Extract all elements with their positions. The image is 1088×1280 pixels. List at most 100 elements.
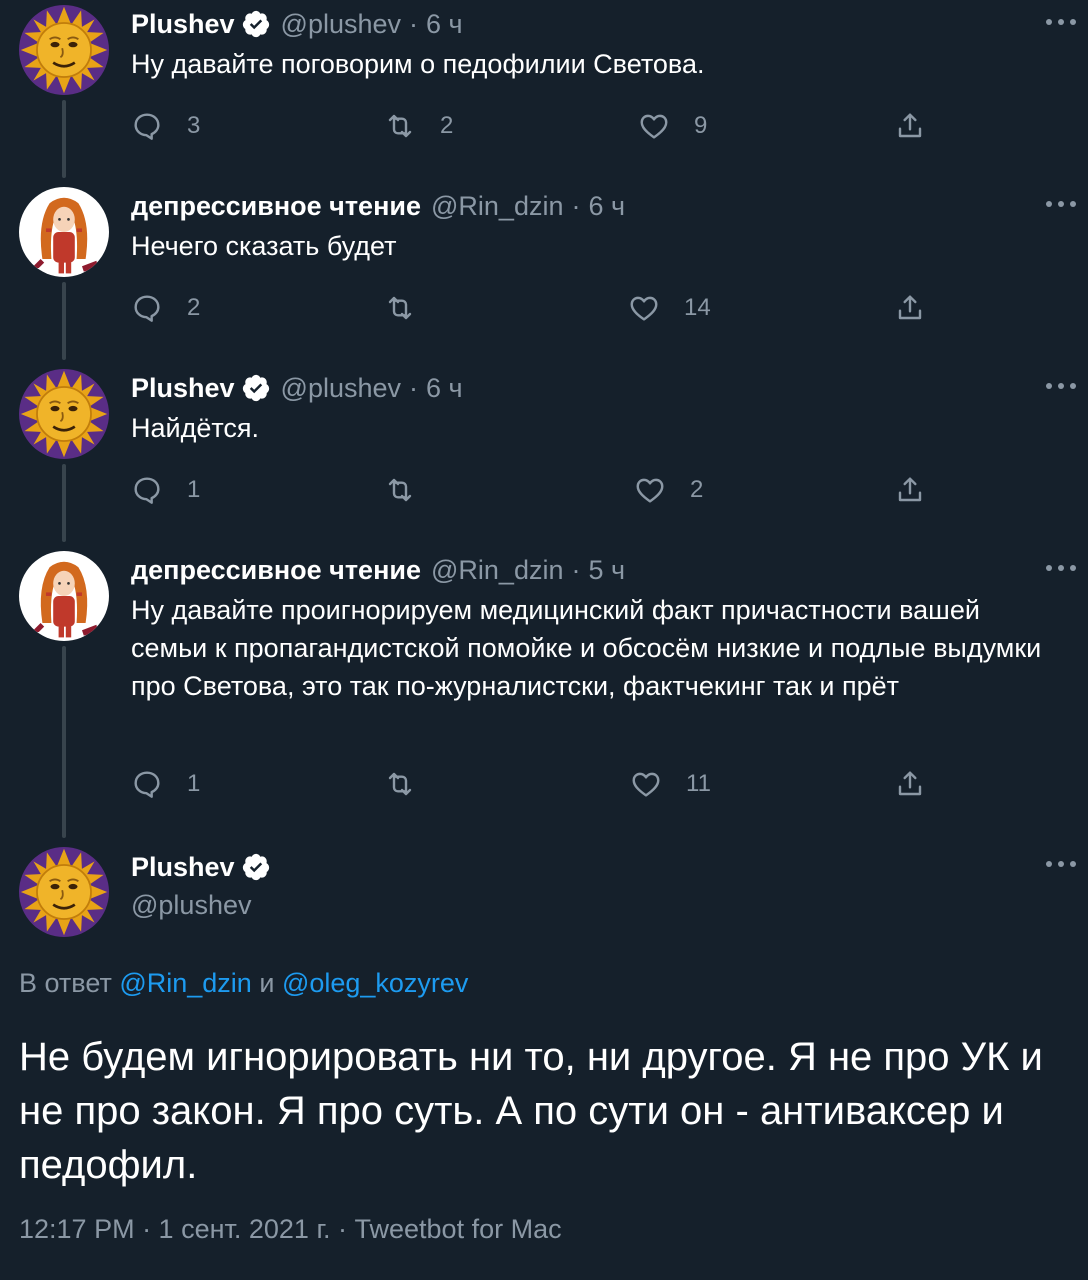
mention-link[interactable]: @Rin_dzin <box>119 968 251 998</box>
separator-dot: · <box>409 372 419 403</box>
anime-avatar-icon <box>19 187 109 277</box>
reply-count: 2 <box>187 294 201 321</box>
verified-icon <box>241 852 271 882</box>
author-name[interactable]: депрессивное чтение <box>131 555 421 586</box>
more-icon[interactable] <box>1046 192 1076 216</box>
thread-tweet[interactable]: депрессивное чтение @Rin_dzin · 5 ч Ну д… <box>0 546 1088 842</box>
share-icon <box>894 474 926 506</box>
tweet-text: Нечего сказать будет <box>131 231 397 261</box>
author-handle[interactable]: @plushev <box>281 373 401 404</box>
retweet-icon <box>384 292 416 324</box>
tweet-actions: 3 2 9 <box>0 106 1088 146</box>
reply-icon <box>131 292 163 324</box>
author-name[interactable]: Plushev <box>131 852 235 883</box>
timestamp[interactable]: 6 ч <box>426 373 463 404</box>
like-icon <box>634 474 666 506</box>
share-icon <box>894 110 926 142</box>
anime-avatar-icon <box>19 551 109 641</box>
tweet-actions: 1 11 <box>0 764 1088 804</box>
thread-tweet[interactable]: Plushev @plushev · 6 ч Ну давайте погово… <box>0 0 1088 182</box>
like-icon <box>628 292 660 324</box>
reply-count: 3 <box>187 112 201 139</box>
like-button[interactable]: 9 <box>638 106 707 146</box>
like-count: 14 <box>684 294 711 321</box>
like-count: 9 <box>694 112 708 139</box>
reply-icon <box>131 110 163 142</box>
verified-icon <box>241 9 271 39</box>
separator-dot: · <box>409 8 419 39</box>
tweet-header: депрессивное чтение @Rin_dzin · 5 ч <box>131 554 625 586</box>
reply-button[interactable]: 2 <box>131 288 200 328</box>
tweet-header: депрессивное чтение @Rin_dzin · 6 ч <box>131 190 625 222</box>
reply-button[interactable]: 1 <box>131 470 200 510</box>
author-name[interactable]: депрессивное чтение <box>131 191 421 222</box>
retweet-icon <box>384 474 416 506</box>
tweet-text: Ну давайте проигнорируем медицинский фак… <box>131 595 1042 701</box>
share-button[interactable] <box>894 288 926 328</box>
reply-icon <box>131 768 163 800</box>
reply-button[interactable]: 1 <box>131 764 200 804</box>
tweet-footer: 12:17 PM · 1 сент. 2021 г. · Tweetbot fo… <box>19 1214 562 1244</box>
timestamp[interactable]: 6 ч <box>588 191 625 222</box>
more-icon[interactable] <box>1046 852 1076 876</box>
mention-link[interactable]: @oleg_kozyrev <box>282 968 469 998</box>
share-button[interactable] <box>894 764 926 804</box>
author-handle[interactable]: @plushev <box>281 9 401 40</box>
main-author[interactable]: Plushev @plushev <box>131 850 271 921</box>
tweet-actions: 2 14 <box>0 288 1088 328</box>
more-icon[interactable] <box>1046 10 1076 34</box>
tweet-header: Plushev @plushev · 6 ч <box>131 8 463 40</box>
separator-dot: · <box>571 190 581 221</box>
retweet-icon <box>384 768 416 800</box>
avatar[interactable] <box>19 551 109 641</box>
verified-icon <box>241 373 271 403</box>
like-button[interactable]: 14 <box>628 288 711 328</box>
tweet-actions: 1 2 <box>0 470 1088 510</box>
retweet-icon <box>384 110 416 142</box>
reply-button[interactable]: 3 <box>131 106 200 146</box>
author-handle[interactable]: @Rin_dzin <box>431 555 563 586</box>
avatar[interactable] <box>19 369 109 459</box>
timestamp[interactable]: 5 ч <box>588 555 625 586</box>
share-icon <box>894 292 926 324</box>
author-name[interactable]: Plushev <box>131 9 235 40</box>
reply-and: и <box>259 968 275 998</box>
like-icon <box>638 110 670 142</box>
more-icon[interactable] <box>1046 374 1076 398</box>
timestamp[interactable]: 6 ч <box>426 9 463 40</box>
retweet-button[interactable]: 2 <box>384 106 453 146</box>
share-button[interactable] <box>894 106 926 146</box>
avatar[interactable] <box>19 187 109 277</box>
author-name[interactable]: Plushev <box>131 373 235 404</box>
more-icon[interactable] <box>1046 556 1076 580</box>
author-handle[interactable]: @plushev <box>131 890 271 921</box>
sun-avatar-icon <box>19 847 109 937</box>
reply-count: 1 <box>187 770 201 797</box>
tweet-text: Ну давайте поговорим о педофилии Светова… <box>131 49 705 79</box>
like-count: 11 <box>686 770 711 797</box>
tweet-text: Найдётся. <box>131 413 260 443</box>
main-author-name-row: Plushev <box>131 850 271 884</box>
tweet-header: Plushev @plushev · 6 ч <box>131 372 463 404</box>
sun-avatar-icon <box>19 5 109 95</box>
retweet-button[interactable] <box>384 470 416 510</box>
share-button[interactable] <box>894 470 926 510</box>
avatar[interactable] <box>19 5 109 95</box>
main-tweet-text: Не будем игнорировать ни то, ни другое. … <box>19 1035 1043 1187</box>
reply-count: 1 <box>187 476 201 503</box>
like-count: 2 <box>690 476 704 503</box>
thread-tweet[interactable]: Plushev @plushev · 6 ч Найдётся. 1 2 <box>0 364 1088 546</box>
retweet-button[interactable] <box>384 764 416 804</box>
share-icon <box>894 768 926 800</box>
avatar[interactable] <box>19 847 109 937</box>
like-icon <box>630 768 662 800</box>
retweet-count: 2 <box>440 112 454 139</box>
reply-to-line: В ответ @Rin_dzin и @oleg_kozyrev <box>19 968 468 999</box>
reply-icon <box>131 474 163 506</box>
author-handle[interactable]: @Rin_dzin <box>431 191 563 222</box>
thread-tweet[interactable]: депрессивное чтение @Rin_dzin · 6 ч Нече… <box>0 182 1088 364</box>
like-button[interactable]: 11 <box>630 764 711 804</box>
like-button[interactable]: 2 <box>634 470 703 510</box>
retweet-button[interactable] <box>384 288 416 328</box>
separator-dot: · <box>571 554 581 585</box>
